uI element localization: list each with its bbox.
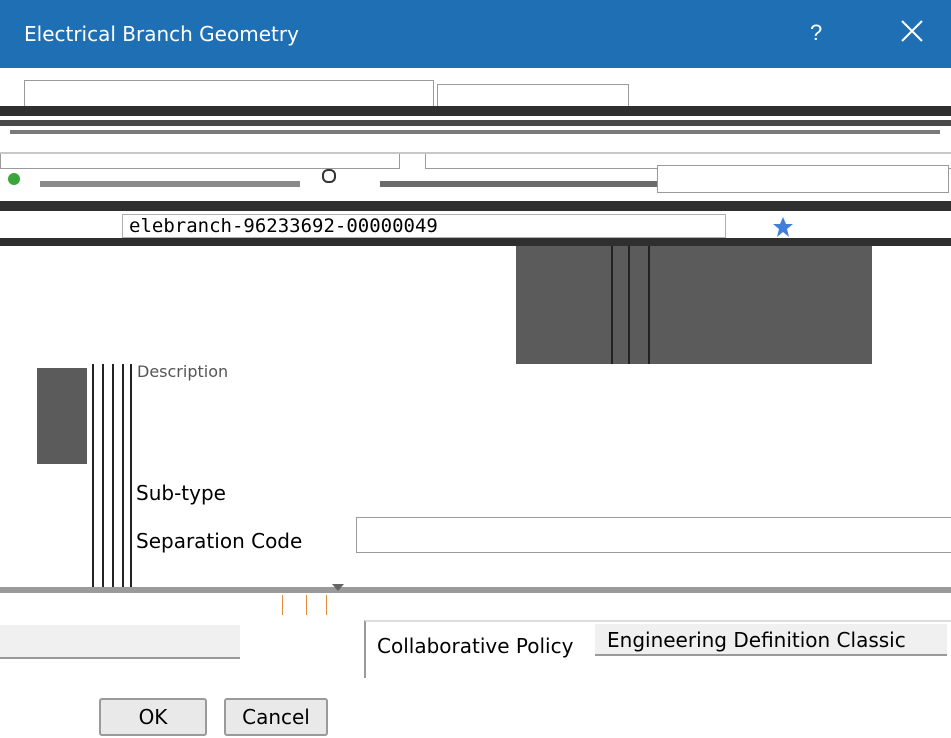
- separation-code-field[interactable]: [356, 517, 951, 553]
- window-title: Electrical Branch Geometry: [24, 22, 299, 46]
- glitch-orange-1: [282, 595, 283, 615]
- favorite-star-icon[interactable]: [772, 216, 794, 238]
- collaborative-policy-value[interactable]: Engineering Definition Classic: [595, 624, 947, 656]
- help-button[interactable]: ?: [810, 20, 822, 46]
- type-field[interactable]: [657, 165, 949, 193]
- glitch-dark: [0, 201, 951, 211]
- glitch-orange-3: [326, 595, 327, 615]
- glitch-dark-2: [0, 238, 951, 246]
- left-stripe-5: [130, 364, 132, 590]
- glitch-stripe-a: [611, 246, 613, 364]
- toolbar-band: [0, 106, 951, 116]
- side-block: [37, 368, 87, 464]
- left-stripe-1: [92, 364, 94, 590]
- ok-button[interactable]: OK: [99, 698, 207, 736]
- chevron-down-icon[interactable]: [332, 584, 344, 591]
- separation-code-label: Separation Code: [136, 529, 303, 553]
- thumbnail-block: [516, 246, 872, 364]
- subtype-label: Sub-type: [136, 481, 226, 505]
- tab-strip: [0, 68, 951, 169]
- glitch-orange-2: [306, 595, 307, 615]
- left-stripe-4: [122, 364, 124, 590]
- title-bar: Electrical Branch Geometry ?: [0, 0, 951, 68]
- glitch-stripe-c: [648, 246, 650, 364]
- name-field[interactable]: elebranch-96233692-00000049: [122, 214, 726, 238]
- glitch-bar: [40, 181, 300, 187]
- toolbar-band-2: [0, 120, 951, 126]
- cancel-button[interactable]: Cancel: [224, 698, 328, 736]
- tab-left[interactable]: [24, 80, 434, 107]
- left-stripe-3: [112, 364, 114, 590]
- close-icon[interactable]: [895, 14, 929, 48]
- tab-right[interactable]: [437, 84, 629, 107]
- glitch-row: [0, 165, 951, 211]
- description-label: Description: [137, 362, 229, 381]
- glitch-stripe-b: [628, 246, 630, 364]
- toolbar-band-3: [10, 130, 940, 134]
- bottom-left-field[interactable]: [0, 625, 240, 659]
- green-status-icon: [8, 173, 20, 185]
- collaborative-policy-label: Collaborative Policy: [377, 634, 574, 658]
- search-icon[interactable]: [322, 169, 336, 183]
- glitch-dropdown-band: [0, 587, 951, 593]
- left-stripe-2: [102, 364, 104, 590]
